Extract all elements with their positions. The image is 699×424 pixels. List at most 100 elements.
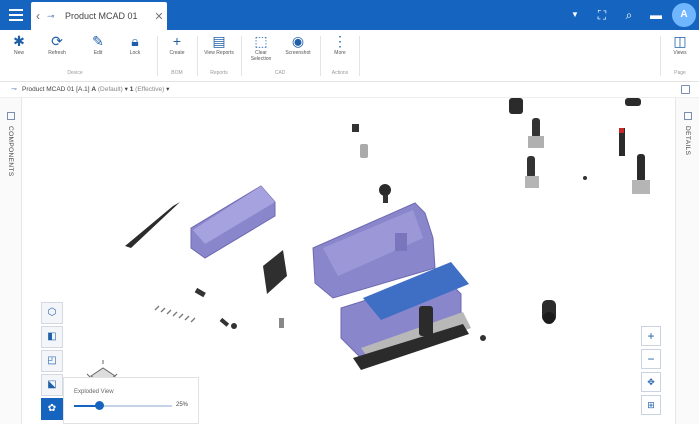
zoom-tools: + − ✥ ⊞ — [641, 326, 663, 418]
clear-selection-icon: ⬚ — [254, 33, 268, 49]
plus-icon: + — [647, 329, 655, 343]
toggle-part — [532, 118, 540, 138]
dark-plate-part — [263, 250, 287, 294]
group-label-reports: Reports — [210, 70, 228, 76]
screw-part — [219, 317, 230, 327]
housing-slot — [395, 233, 407, 251]
tab-title: Product MCAD 01 — [65, 11, 138, 21]
cap-part — [625, 98, 641, 106]
cube-icon: ◧ — [47, 331, 57, 342]
group-label-actions: Actions — [331, 70, 349, 76]
chevron-down-icon[interactable]: ▾ — [125, 86, 128, 93]
divider — [197, 36, 198, 76]
report-icon: ▤ — [212, 33, 226, 49]
components-panel-collapsed[interactable]: COMPONENTS — [0, 98, 22, 424]
fit-icon: ⊞ — [647, 400, 655, 410]
exploded-view-slider[interactable] — [74, 401, 172, 410]
menu-icon[interactable] — [6, 5, 26, 25]
part-icon: ⊸ — [11, 86, 17, 93]
exploded-view-panel: Exploded View 25% — [63, 377, 199, 424]
revision[interactable]: A — [91, 86, 96, 93]
blade-part — [125, 202, 180, 248]
document-tab[interactable]: ‹ ⊸ Product MCAD 01 ✕ — [31, 2, 167, 30]
refresh-icon: ⟳ — [51, 33, 63, 49]
shaded-view-button[interactable]: ◧ — [41, 326, 63, 348]
toggle-part — [637, 154, 645, 182]
explode-icon: ✿ — [47, 403, 57, 414]
camera-icon: ◉ — [291, 33, 305, 49]
actuator-part — [419, 306, 433, 336]
clear-selection-button[interactable]: ⬚ Clear Selection — [245, 32, 277, 66]
view-tools: ⬡ ◧ ◰ ⬕ ✿ — [41, 302, 63, 422]
view-reports-button[interactable]: ▤ View Reports — [203, 32, 235, 66]
cad-viewport[interactable] — [23, 98, 675, 424]
lever-tip — [619, 128, 624, 133]
knob-cap — [543, 312, 555, 324]
plus-icon: + — [172, 33, 182, 49]
edit-button[interactable]: ✎ Edit — [82, 32, 114, 66]
lock-icon: 🔒︎ — [131, 33, 139, 49]
screw-part — [352, 124, 359, 132]
exploded-view-label: Exploded View — [74, 389, 114, 395]
orient-icon: ⬕ — [47, 379, 57, 390]
ribbon-toolbar: ✱ New ⟳ Refresh ✎ Edit 🔒︎ Lock Device + Creat… — [0, 30, 699, 82]
wireframe-view-button[interactable]: ◰ — [41, 350, 63, 372]
close-icon[interactable]: ✕ — [151, 10, 167, 23]
divider — [157, 36, 158, 76]
lock-button[interactable]: 🔒︎ Lock — [119, 32, 151, 66]
part-breadcrumb: ⊸ Product MCAD 01 [A.1] A (Default) ▾ 1 … — [0, 82, 699, 98]
group-label-device: Device — [67, 70, 83, 76]
user-avatar[interactable]: A — [672, 3, 696, 27]
panel-toggle-icon[interactable] — [681, 85, 690, 94]
app-header: ‹ ⊸ Product MCAD 01 ✕ ▼ ⛶ ⌕ ▬ A — [0, 0, 699, 30]
toggle-base — [528, 136, 544, 148]
views-button[interactable]: ◫ Views — [664, 32, 696, 66]
exploded-assembly-render[interactable] — [23, 98, 675, 424]
zoom-in-button[interactable]: + — [641, 326, 661, 346]
details-label[interactable]: DETAILS — [684, 126, 691, 155]
group-label-cad: CAD — [274, 70, 286, 76]
new-button[interactable]: ✱ New — [3, 32, 35, 66]
cap-part — [509, 98, 523, 114]
more-button[interactable]: ⋮ More — [324, 32, 356, 66]
panel-expand-icon[interactable] — [684, 112, 692, 120]
more-vertical-icon: ⋮ — [333, 33, 347, 49]
exploded-view-button[interactable]: ✿ — [41, 398, 63, 420]
pan-button[interactable]: ✥ — [641, 372, 661, 392]
toggle-base — [525, 176, 539, 188]
orient-view-button[interactable]: ⬕ — [41, 374, 63, 396]
toggle-part — [527, 156, 535, 178]
wireframe-icon: ◰ — [47, 355, 57, 366]
screw-part — [231, 323, 237, 329]
components-label[interactable]: COMPONENTS — [7, 126, 14, 177]
exploded-view-value: 25% — [176, 402, 189, 408]
search-icon[interactable]: ⌕ — [619, 5, 639, 25]
fit-view-button[interactable]: ⊞ — [641, 395, 661, 415]
chat-icon[interactable]: ▬ — [646, 5, 666, 25]
pencil-icon: ✎ — [92, 33, 104, 49]
part-name[interactable]: Product MCAD 01 [A.1] — [22, 86, 90, 93]
cut-icon: ⬡ — [47, 307, 57, 318]
divider — [320, 36, 321, 76]
details-panel-collapsed[interactable]: DETAILS — [675, 98, 699, 424]
screenshot-button[interactable]: ◉ Screenshot — [282, 32, 314, 66]
iteration[interactable]: 1 — [130, 86, 134, 93]
section-view-button[interactable]: ⬡ — [41, 302, 63, 324]
zoom-out-button[interactable]: − — [641, 349, 661, 369]
create-button[interactable]: + Create — [161, 32, 193, 66]
panel-expand-icon[interactable] — [7, 112, 15, 120]
chevron-down-icon[interactable]: ▾ — [166, 86, 169, 93]
toggle-base — [632, 180, 650, 194]
chevron-down-icon[interactable]: ▼ — [565, 5, 585, 25]
refresh-button[interactable]: ⟳ Refresh — [41, 32, 73, 66]
views-icon: ◫ — [673, 33, 687, 49]
chevron-left-icon[interactable]: ‹ — [31, 9, 45, 23]
fullscreen-icon[interactable]: ⛶ — [592, 5, 612, 25]
group-label-page: Page — [674, 70, 686, 76]
knob-stem — [383, 195, 388, 203]
divider — [241, 36, 242, 76]
screw-part — [279, 318, 284, 328]
group-label-bom: BOM — [171, 70, 183, 76]
slider-handle[interactable] — [94, 401, 104, 410]
iteration-note: (Effective) — [135, 86, 165, 93]
